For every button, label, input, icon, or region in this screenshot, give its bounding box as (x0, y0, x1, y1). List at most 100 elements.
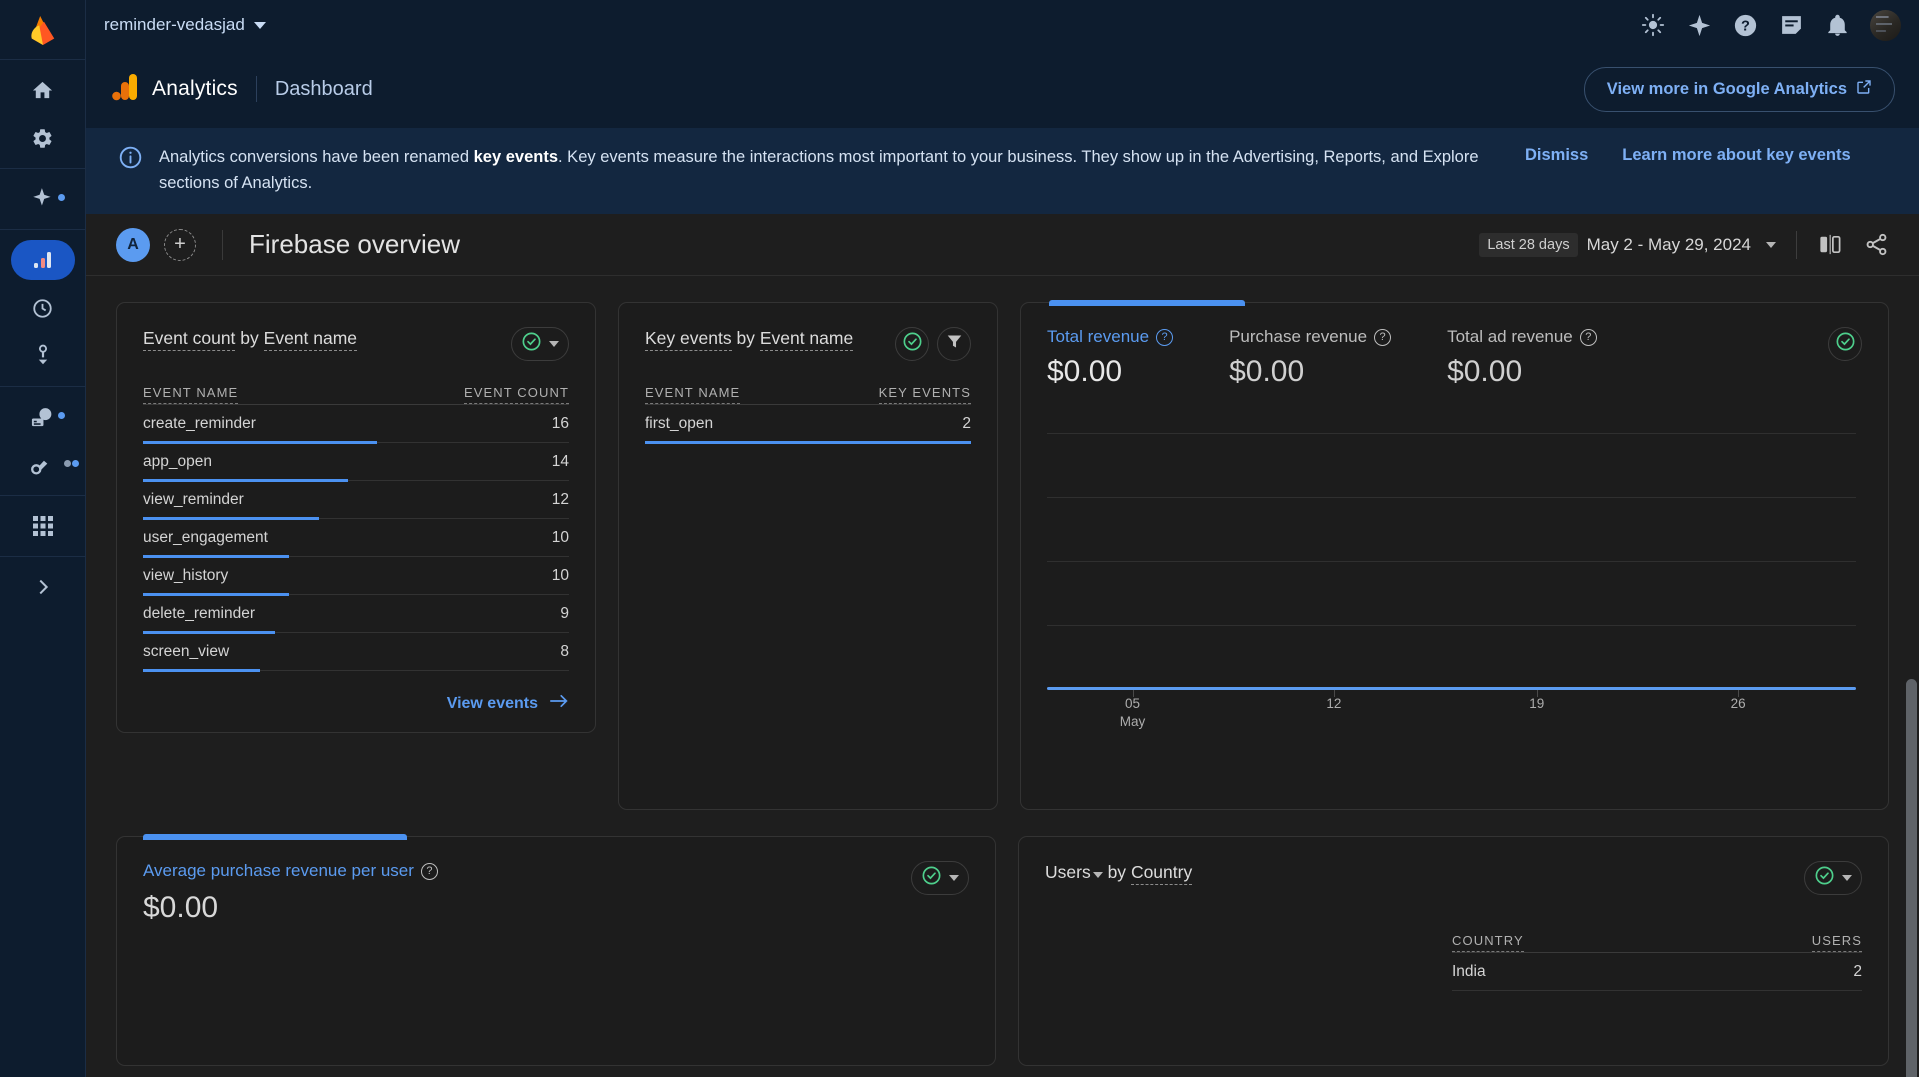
table-row[interactable]: first_open 2 (645, 405, 971, 442)
cell-country: India (1452, 963, 1486, 981)
feedback-icon[interactable] (1778, 12, 1804, 38)
view-more-label: View more in Google Analytics (1606, 79, 1847, 98)
cell-event-name: first_open (645, 415, 714, 433)
rail-item-realtime[interactable] (11, 288, 75, 328)
divider (222, 229, 223, 260)
metric-total-ad-revenue[interactable]: Total ad revenue ? $0.00 (1447, 327, 1597, 389)
home-icon (31, 79, 54, 102)
metric-purchase-revenue[interactable]: Purchase revenue ? $0.00 (1229, 327, 1392, 389)
table-row[interactable]: India 2 (1452, 953, 1862, 990)
dismiss-banner-button[interactable]: Dismiss (1525, 146, 1588, 165)
column-label[interactable]: USERS (1811, 933, 1862, 953)
help-icon[interactable]: ? (1579, 328, 1597, 346)
table-row[interactable]: create_reminder 16 (143, 405, 569, 442)
column-header-country: COUNTRY (1452, 933, 1693, 953)
rail-item-analytics[interactable] (10, 240, 75, 280)
card-status-button[interactable] (1828, 327, 1862, 362)
table-row[interactable]: view_reminder 12 (143, 481, 569, 518)
help-icon[interactable]: ? (1156, 328, 1174, 346)
help-icon[interactable]: ? (1374, 328, 1392, 346)
sparkle-icon[interactable] (1686, 12, 1712, 38)
card-average-purchase-revenue: Average purchase revenue per user ? $0.0… (116, 834, 996, 1067)
brightness-icon[interactable] (1640, 12, 1666, 38)
rail-item-funnels[interactable] (11, 336, 75, 376)
dimension-selector[interactable]: Event name (759, 328, 854, 352)
column-label[interactable]: EVENT NAME (143, 385, 239, 405)
rail-group-gemini (0, 169, 85, 230)
help-icon[interactable]: ? (1732, 12, 1758, 38)
view-events-link[interactable]: View events (447, 693, 569, 714)
svg-text:?: ? (1741, 18, 1750, 34)
table-row[interactable]: delete_reminder 9 (143, 595, 569, 632)
rail-item-run[interactable] (11, 397, 75, 437)
check-circle-icon (521, 331, 542, 357)
metric-total-revenue[interactable]: Total revenue ? $0.00 (1047, 327, 1174, 389)
table-header-row: EVENT NAME KEY EVENTS (645, 385, 971, 405)
table-head: EVENT NAME KEY EVENTS (645, 385, 971, 405)
rail-group-all-products (0, 496, 85, 557)
firebase-logo[interactable] (0, 0, 85, 60)
cell-event-count: 12 (551, 491, 569, 509)
audience-badge[interactable]: A (116, 227, 150, 262)
rail-item-project-overview[interactable] (11, 70, 75, 110)
add-comparison-button[interactable]: + (164, 228, 196, 261)
table-row[interactable]: view_history 10 (143, 557, 569, 594)
card-status-menu[interactable] (1804, 861, 1862, 896)
metric-value: $0.00 (1047, 355, 1123, 389)
filter-button[interactable] (937, 327, 971, 362)
metric-name: Total revenue (1047, 327, 1150, 347)
rail-item-build[interactable] (11, 445, 79, 485)
card-status-menu[interactable] (911, 861, 969, 896)
rail-item-expand-nav[interactable] (11, 567, 75, 607)
rail-item-gemini-in-firebase[interactable] (11, 179, 75, 219)
firebase-console: reminder-vedasjad ? Analytics Dashboard … (0, 0, 1919, 1077)
avatar[interactable] (1870, 9, 1901, 41)
card-status-menu[interactable] (511, 327, 569, 362)
grid-icon (32, 515, 54, 537)
column-label[interactable]: KEY EVENTS (878, 385, 971, 405)
notifications-icon[interactable] (1824, 12, 1850, 38)
card-controls (1804, 861, 1862, 896)
chevron-down-icon (1842, 875, 1852, 882)
share-icon[interactable] (1864, 232, 1889, 257)
revenue-metrics: Total revenue ? $0.00 Purchase revenue ? (1047, 327, 1828, 389)
metric-block: Average purchase revenue per user ? $0.0… (143, 861, 911, 925)
vertical-scrollbar[interactable] (1906, 679, 1917, 1077)
date-range-picker[interactable]: Last 28 days May 2 - May 29, 2024 (1479, 232, 1776, 257)
tab-dashboard[interactable]: Dashboard (275, 78, 373, 101)
world-map[interactable] (1045, 933, 1452, 991)
view-more-in-google-analytics-button[interactable]: View more in Google Analytics (1583, 66, 1895, 112)
cell-event-count: 10 (551, 529, 569, 547)
banner-message: Analytics conversions have been renamed … (159, 144, 1509, 196)
card-header: Total revenue ? $0.00 Purchase revenue ? (1047, 327, 1862, 389)
compare-icon[interactable] (1817, 232, 1842, 257)
info-icon (118, 145, 143, 175)
table-row[interactable]: screen_view 8 (143, 633, 569, 670)
column-label[interactable]: COUNTRY (1452, 933, 1524, 953)
table-head: EVENT NAME EVENT COUNT (143, 385, 569, 405)
notification-dot (57, 194, 65, 201)
metric-selector[interactable]: Users (1045, 862, 1091, 882)
dimension-selector[interactable]: Country (1130, 862, 1193, 886)
hosting-icon (30, 405, 55, 430)
table-row[interactable]: user_engagement 10 (143, 519, 569, 556)
dimension-selector[interactable]: Event name (263, 328, 358, 352)
column-label[interactable]: EVENT NAME (645, 385, 741, 405)
rail-item-project-settings[interactable] (11, 118, 75, 158)
column-header-key-events: KEY EVENTS (810, 385, 971, 405)
project-selector[interactable]: reminder-vedasjad (104, 15, 266, 35)
date-range-value: May 2 - May 29, 2024 (1586, 234, 1751, 254)
metric-selector[interactable]: Key events (645, 328, 732, 352)
help-icon[interactable]: ? (420, 862, 438, 880)
gear-icon (31, 127, 54, 150)
column-label[interactable]: EVENT COUNT (463, 385, 569, 405)
card-controls (895, 327, 971, 362)
card-status-button[interactable] (895, 327, 929, 362)
console-top-bar: reminder-vedasjad ? (86, 0, 1919, 50)
metric-selector[interactable]: Event count (143, 328, 236, 352)
learn-more-link[interactable]: Learn more about key events (1622, 146, 1850, 165)
rail-item-all-products[interactable] (11, 506, 75, 546)
page-title: Firebase overview (249, 229, 460, 260)
table-row[interactable]: app_open 14 (143, 443, 569, 480)
ml-icon (30, 453, 55, 478)
